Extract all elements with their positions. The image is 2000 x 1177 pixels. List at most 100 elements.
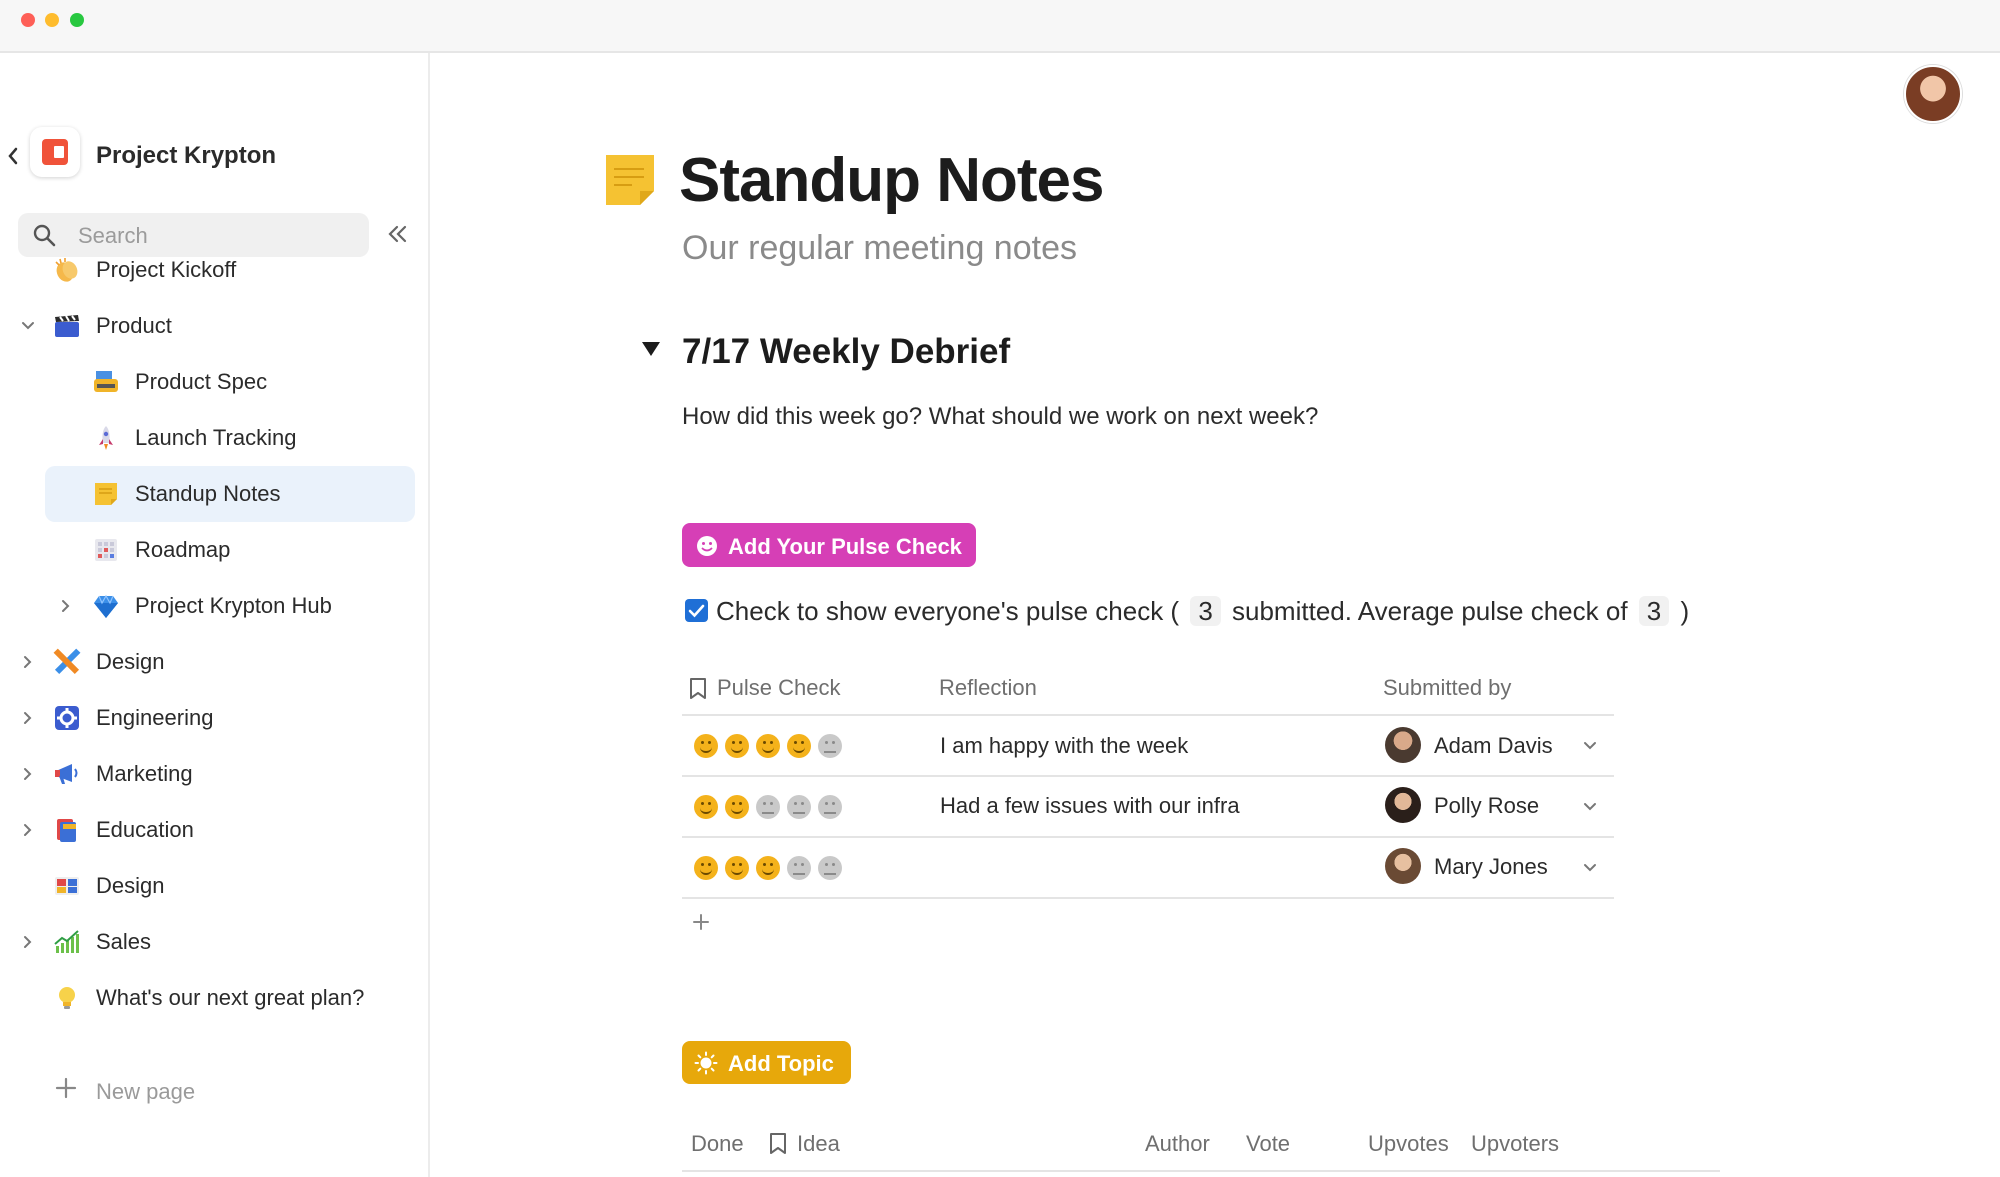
- chevron-right-icon[interactable]: [20, 934, 36, 955]
- chevron-down-icon[interactable]: [1582, 800, 1598, 819]
- face-icon[interactable]: [818, 856, 842, 880]
- light-bulb-icon: [53, 984, 81, 1012]
- face-icon[interactable]: [756, 856, 780, 880]
- reflection-cell[interactable]: Had a few issues with our infra: [940, 793, 1240, 819]
- face-icon[interactable]: [725, 856, 749, 880]
- button-label: Add Topic: [728, 1051, 834, 1076]
- face-icon[interactable]: [787, 795, 811, 819]
- window-titlebar: [0, 0, 2000, 53]
- plus-icon[interactable]: [54, 1076, 78, 1105]
- chevron-down-icon[interactable]: [1582, 739, 1598, 758]
- collapse-triangle-icon[interactable]: [640, 339, 662, 364]
- chevron-down-icon[interactable]: [20, 318, 36, 339]
- sidebar-item-label: Sales: [96, 929, 152, 954]
- sticky-note-icon: [92, 480, 120, 508]
- face-icon[interactable]: [818, 795, 842, 819]
- sidebar-item-label: Roadmap: [135, 537, 231, 562]
- sidebar-item-project-kickoff[interactable]: Project Kickoff: [0, 244, 428, 296]
- column-header-submitted-by[interactable]: Submitted by: [1383, 675, 1511, 701]
- user-avatar[interactable]: [1904, 65, 1962, 123]
- sidebar-item-design-2[interactable]: Design: [0, 860, 428, 912]
- grid-calendar-icon: [92, 536, 120, 564]
- avatar: [1385, 727, 1421, 763]
- section-question[interactable]: How did this week go? What should we wor…: [682, 403, 1318, 431]
- column-header-reflection[interactable]: Reflection: [939, 675, 1037, 701]
- column-header-idea[interactable]: Idea: [797, 1131, 840, 1157]
- column-header-upvoters[interactable]: Upvoters: [1471, 1131, 1559, 1157]
- chevron-right-icon[interactable]: [20, 766, 36, 787]
- face-icon[interactable]: [725, 795, 749, 819]
- add-pulse-check-button[interactable]: Add Your Pulse Check: [682, 523, 976, 567]
- face-icon[interactable]: [694, 856, 718, 880]
- table-divider: [682, 775, 1614, 777]
- show-pulse-checkbox[interactable]: [685, 599, 708, 622]
- page-subtitle[interactable]: Our regular meeting notes: [682, 229, 1077, 268]
- summary-text-before: Check to show everyone's pulse check (: [716, 596, 1180, 626]
- sidebar-item-label: Marketing: [96, 761, 193, 786]
- summary-text-middle: submitted. Average pulse check of: [1232, 596, 1628, 626]
- submitted-by-cell[interactable]: Adam Davis: [1434, 733, 1553, 759]
- sidebar-item-launch-tracking[interactable]: Launch Tracking: [0, 412, 428, 464]
- sidebar-item-label: Project Krypton Hub: [135, 593, 332, 618]
- new-page-button[interactable]: New page: [96, 1079, 195, 1105]
- megaphone-icon: [53, 760, 81, 788]
- column-header-done[interactable]: Done: [691, 1131, 744, 1157]
- pulse-rating[interactable]: [694, 856, 849, 882]
- bookmark-icon: [768, 1132, 788, 1161]
- sidebar-item-label: Standup Notes: [135, 481, 281, 506]
- face-icon[interactable]: [787, 734, 811, 758]
- books-icon: [53, 816, 81, 844]
- face-icon[interactable]: [787, 856, 811, 880]
- face-icon[interactable]: [756, 795, 780, 819]
- face-icon[interactable]: [756, 734, 780, 758]
- add-row-plus-icon[interactable]: [691, 912, 711, 937]
- chevron-down-icon[interactable]: [1582, 861, 1598, 880]
- sidebar-item-label: Education: [96, 817, 194, 842]
- table-divider: [682, 897, 1614, 899]
- workspace-title[interactable]: Project Krypton: [96, 142, 276, 170]
- chevron-right-icon[interactable]: [20, 654, 36, 675]
- sidebar-item-product[interactable]: Product: [0, 300, 428, 352]
- add-topic-button[interactable]: Add Topic: [682, 1041, 851, 1084]
- sidebar-item-project-krypton-hub[interactable]: Project Krypton Hub: [0, 580, 428, 632]
- chevron-right-icon[interactable]: [20, 822, 36, 843]
- sidebar-item-next-great-plan[interactable]: What's our next great plan?: [0, 972, 428, 1024]
- submitted-by-cell[interactable]: Mary Jones: [1434, 854, 1548, 880]
- close-window-button[interactable]: [21, 13, 35, 27]
- chevron-right-icon[interactable]: [58, 598, 74, 619]
- column-header-upvotes[interactable]: Upvotes: [1368, 1131, 1449, 1157]
- section-heading[interactable]: 7/17 Weekly Debrief: [682, 332, 1010, 372]
- pulse-rating[interactable]: [694, 734, 849, 760]
- zoom-window-button[interactable]: [70, 13, 84, 27]
- column-header-author[interactable]: Author: [1145, 1131, 1210, 1157]
- column-header-pulse-check[interactable]: Pulse Check: [717, 675, 841, 701]
- sidebar-item-design[interactable]: Design: [0, 636, 428, 688]
- sidebar-item-education[interactable]: Education: [0, 804, 428, 856]
- column-header-vote[interactable]: Vote: [1246, 1131, 1290, 1157]
- sidebar-item-marketing[interactable]: Marketing: [0, 748, 428, 800]
- sidebar-item-engineering[interactable]: Engineering: [0, 692, 428, 744]
- reflection-cell[interactable]: I am happy with the week: [940, 733, 1188, 759]
- face-icon[interactable]: [725, 734, 749, 758]
- pulse-rating[interactable]: [694, 795, 849, 821]
- page-title[interactable]: Standup Notes: [679, 145, 1104, 216]
- back-chevron-icon[interactable]: [6, 146, 20, 171]
- face-icon[interactable]: [694, 795, 718, 819]
- sidebar-item-product-spec[interactable]: Product Spec: [0, 356, 428, 408]
- face-icon[interactable]: [694, 734, 718, 758]
- pencil-ruler-icon: [53, 648, 81, 676]
- minimize-window-button[interactable]: [45, 13, 59, 27]
- average-pulse: 3: [1638, 596, 1670, 626]
- sidebar-item-sales[interactable]: Sales: [0, 916, 428, 968]
- avatar: [1385, 848, 1421, 884]
- color-swatch-icon: [53, 872, 81, 900]
- chevron-right-icon[interactable]: [20, 710, 36, 731]
- submitted-by-cell[interactable]: Polly Rose: [1434, 793, 1539, 819]
- typewriter-icon: [92, 368, 120, 396]
- workspace-logo[interactable]: [30, 127, 80, 177]
- sidebar-item-standup-notes[interactable]: Standup Notes: [0, 466, 428, 522]
- sidebar-item-roadmap[interactable]: Roadmap: [0, 524, 428, 576]
- face-icon[interactable]: [818, 734, 842, 758]
- sticky-note-icon: [606, 155, 654, 210]
- gear-icon: [53, 704, 81, 732]
